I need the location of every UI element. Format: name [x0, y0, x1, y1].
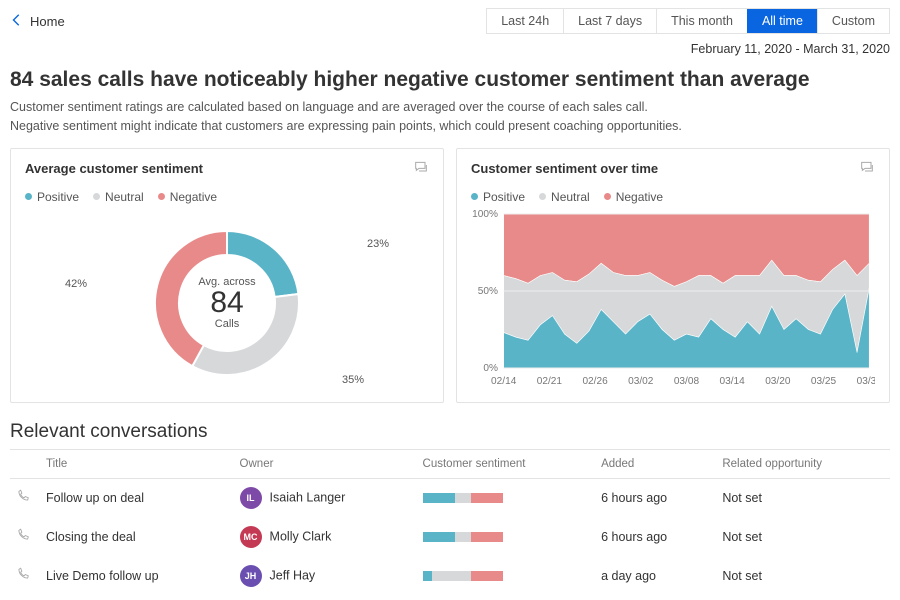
- time-range-group: Last 24hLast 7 daysThis monthAll timeCus…: [486, 8, 890, 34]
- svg-text:100%: 100%: [472, 208, 498, 219]
- range-btn-custom[interactable]: Custom: [817, 9, 889, 33]
- donut-label-positive: 23%: [367, 238, 389, 250]
- date-range-text: February 11, 2020 - March 31, 2020: [10, 42, 890, 56]
- col-related-opportunity: Related opportunity: [716, 449, 890, 478]
- conv-sentiment: [417, 517, 596, 556]
- col-icon: [10, 449, 40, 478]
- phone-icon: [16, 528, 30, 542]
- svg-text:03/02: 03/02: [628, 375, 654, 386]
- svg-text:03/08: 03/08: [674, 375, 700, 386]
- legend: Positive Neutral Negative: [25, 190, 429, 204]
- conv-opportunity: Not set: [716, 517, 890, 556]
- conv-added: a day ago: [595, 556, 716, 595]
- donut-chart: Avg. across 84 Calls 23% 35% 42%: [25, 208, 429, 398]
- table-row[interactable]: Closing the dealMCMolly Clark 6 hours ago…: [10, 517, 890, 556]
- svg-text:03/30: 03/30: [857, 375, 875, 386]
- conv-sentiment: [417, 556, 596, 595]
- conv-added: 6 hours ago: [595, 517, 716, 556]
- range-btn-all-time[interactable]: All time: [747, 9, 817, 33]
- conv-title: Follow up on deal: [40, 478, 234, 517]
- table-row[interactable]: Follow up on dealILIsaiah Langer 6 hours …: [10, 478, 890, 517]
- col-added: Added: [595, 449, 716, 478]
- svg-text:50%: 50%: [478, 285, 498, 296]
- conv-title: Closing the deal: [40, 517, 234, 556]
- svg-text:02/26: 02/26: [582, 375, 608, 386]
- conversations-table: TitleOwnerCustomer sentimentAddedRelated…: [10, 449, 890, 596]
- conv-opportunity: Not set: [716, 556, 890, 595]
- page-title: 84 sales calls have noticeably higher ne…: [10, 68, 890, 92]
- col-title: Title: [40, 449, 234, 478]
- back-home-link[interactable]: Home: [10, 13, 65, 30]
- conv-owner: ILIsaiah Langer: [234, 478, 417, 517]
- legend: Positive Neutral Negative: [471, 190, 875, 204]
- avg-sentiment-card: Average customer sentiment Positive Neut…: [10, 148, 444, 403]
- conversations-heading: Relevant conversations: [10, 421, 890, 443]
- sentiment-over-time-card: Customer sentiment over time Positive Ne…: [456, 148, 890, 403]
- col-owner: Owner: [234, 449, 417, 478]
- conv-title: Live Demo follow up: [40, 556, 234, 595]
- area-chart: 100% 50% 0% 02/14 02/21 02/26 03/02 03/08 03/14 0…: [471, 208, 875, 398]
- donut-label-neutral: 35%: [342, 374, 364, 386]
- chat-icon[interactable]: [859, 159, 875, 178]
- range-btn-this-month[interactable]: This month: [656, 9, 747, 33]
- phone-icon: [16, 489, 30, 503]
- avg-card-title: Average customer sentiment: [25, 161, 203, 176]
- svg-text:03/25: 03/25: [811, 375, 837, 386]
- page-subtitle: Customer sentiment ratings are calculate…: [10, 98, 890, 136]
- donut-label-negative: 42%: [65, 278, 87, 290]
- conv-sentiment: [417, 478, 596, 517]
- svg-text:03/20: 03/20: [765, 375, 791, 386]
- svg-text:03/14: 03/14: [720, 375, 746, 386]
- conv-owner: MCMolly Clark: [234, 517, 417, 556]
- table-row[interactable]: Live Demo follow upJHJeff Hay a day agoNo…: [10, 556, 890, 595]
- avatar: IL: [240, 487, 262, 509]
- back-arrow-icon: [10, 13, 24, 30]
- phone-icon: [16, 567, 30, 581]
- conv-opportunity: Not set: [716, 478, 890, 517]
- svg-text:0%: 0%: [483, 362, 498, 373]
- chat-icon[interactable]: [413, 159, 429, 178]
- svg-text:02/21: 02/21: [537, 375, 563, 386]
- conv-owner: JHJeff Hay: [234, 556, 417, 595]
- svg-text:02/14: 02/14: [491, 375, 517, 386]
- time-card-title: Customer sentiment over time: [471, 161, 658, 176]
- avatar: JH: [240, 565, 262, 587]
- avatar: MC: [240, 526, 262, 548]
- back-label: Home: [30, 14, 65, 29]
- range-btn-last-7-days[interactable]: Last 7 days: [563, 9, 656, 33]
- range-btn-last-24h[interactable]: Last 24h: [487, 9, 563, 33]
- conv-added: 6 hours ago: [595, 478, 716, 517]
- col-customer-sentiment: Customer sentiment: [417, 449, 596, 478]
